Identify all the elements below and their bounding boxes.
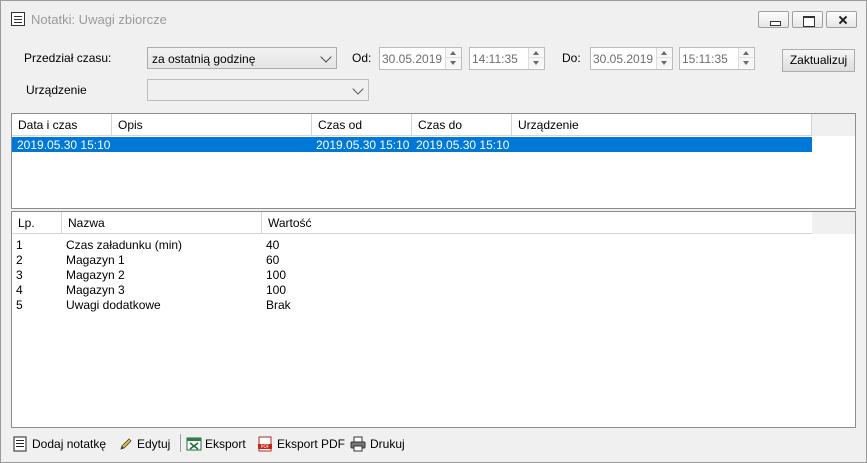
details-table-header: Lp. Nazwa Wartość bbox=[12, 212, 812, 234]
excel-icon bbox=[186, 437, 202, 451]
cell-date: 2019.05.30 15:10 bbox=[17, 138, 111, 152]
cell-time-from: 2019.05.30 15:10 bbox=[316, 138, 410, 152]
cell-name: Uwagi dodatkowe bbox=[66, 298, 161, 312]
from-label: Od: bbox=[352, 51, 372, 65]
cell-number: 4 bbox=[16, 283, 23, 297]
header-filler bbox=[812, 114, 855, 136]
spin-down-icon[interactable] bbox=[657, 58, 672, 68]
export-pdf-label: Eksport PDF bbox=[277, 437, 346, 451]
to-date-picker[interactable]: 30.05.2019 bbox=[590, 47, 673, 70]
cell-time-to: 2019.05.30 15:10 bbox=[416, 138, 510, 152]
cell-value: 100 bbox=[266, 268, 287, 282]
time-range-select[interactable]: za ostatnią godzinę bbox=[147, 47, 337, 69]
edit-button[interactable]: Edytuj bbox=[118, 436, 174, 452]
table-row[interactable]: 1 Czas załadunku (min) 40 bbox=[12, 237, 812, 252]
table-row[interactable]: 5 Uwagi dodatkowe Brak bbox=[12, 297, 812, 312]
add-note-label: Dodaj notatkę bbox=[32, 437, 107, 451]
spin-up-icon[interactable] bbox=[739, 48, 754, 58]
from-time-picker[interactable]: 14:11:35 bbox=[469, 47, 545, 70]
close-button[interactable] bbox=[826, 11, 857, 28]
time-range-value: za ostatnią godzinę bbox=[152, 52, 256, 66]
maximize-button[interactable] bbox=[792, 11, 823, 28]
cell-name: Magazyn 2 bbox=[66, 268, 125, 282]
table-row[interactable]: 3 Magazyn 2 100 bbox=[12, 267, 812, 282]
cell-name: Magazyn 3 bbox=[66, 283, 125, 297]
cell-value: 40 bbox=[266, 238, 280, 252]
to-label: Do: bbox=[562, 51, 581, 65]
chevron-down-icon bbox=[320, 51, 332, 63]
cell-value: 60 bbox=[266, 253, 280, 267]
to-date-spinner bbox=[656, 48, 672, 69]
toolbar-separator bbox=[180, 434, 181, 452]
from-time-value: 14:11:35 bbox=[472, 52, 518, 66]
to-time-spinner bbox=[738, 48, 754, 69]
cell-number: 5 bbox=[16, 298, 23, 312]
title-bar: Notatki: Uwagi zbiorcze bbox=[1, 1, 866, 35]
from-date-spinner bbox=[445, 48, 461, 69]
column-header-date[interactable]: Data i czas bbox=[12, 114, 112, 136]
device-label: Urządzenie bbox=[26, 83, 87, 97]
export-pdf-button[interactable]: PDF Eksport PDF bbox=[257, 436, 346, 452]
device-select[interactable] bbox=[147, 79, 369, 101]
time-range-label: Przedział czasu: bbox=[24, 51, 112, 65]
column-header-device[interactable]: Urządzenie bbox=[512, 114, 812, 136]
print-label: Drukuj bbox=[370, 437, 405, 451]
table-row[interactable]: 4 Magazyn 3 100 bbox=[12, 282, 812, 297]
close-icon bbox=[827, 12, 856, 27]
bottom-toolbar: Dodaj notatkę Edytuj Eksport PDF Eksport… bbox=[1, 431, 866, 457]
edit-label: Edytuj bbox=[137, 437, 171, 451]
maximize-icon bbox=[793, 12, 822, 27]
pdf-icon: PDF bbox=[258, 436, 272, 452]
notes-table-header: Data i czas Opis Czas od Czas do Urządze… bbox=[12, 114, 812, 136]
column-header-name[interactable]: Nazwa bbox=[62, 212, 262, 234]
window-title: Notatki: Uwagi zbiorcze bbox=[31, 12, 167, 27]
cell-number: 3 bbox=[16, 268, 23, 282]
cell-value: 100 bbox=[266, 283, 287, 297]
chevron-down-icon bbox=[352, 83, 364, 95]
cell-number: 2 bbox=[16, 253, 23, 267]
to-time-picker[interactable]: 15:11:35 bbox=[679, 47, 755, 70]
cell-name: Czas załadunku (min) bbox=[66, 238, 183, 252]
minimize-icon bbox=[759, 12, 788, 27]
minimize-button[interactable] bbox=[758, 11, 789, 28]
print-button[interactable]: Drukuj bbox=[350, 436, 408, 452]
spin-up-icon[interactable] bbox=[657, 48, 672, 58]
column-header-value[interactable]: Wartość bbox=[262, 212, 812, 234]
notepad-app-icon bbox=[11, 12, 25, 26]
spin-up-icon[interactable] bbox=[529, 48, 544, 58]
column-header-number[interactable]: Lp. bbox=[12, 212, 62, 234]
spin-up-icon[interactable] bbox=[446, 48, 461, 58]
column-header-description[interactable]: Opis bbox=[112, 114, 312, 136]
table-row[interactable]: 2019.05.30 15:10 2019.05.30 15:10 2019.0… bbox=[12, 137, 812, 152]
to-date-value: 30.05.2019 bbox=[593, 52, 654, 66]
column-header-time-to[interactable]: Czas do bbox=[412, 114, 512, 136]
from-time-spinner bbox=[528, 48, 544, 69]
add-note-button[interactable]: Dodaj notatkę bbox=[12, 436, 110, 452]
from-date-picker[interactable]: 30.05.2019 bbox=[379, 47, 462, 70]
notepad-icon bbox=[13, 436, 27, 452]
notes-window: Notatki: Uwagi zbiorcze Przedział czasu:… bbox=[0, 0, 867, 463]
details-table: Lp. Nazwa Wartość 1 Czas załadunku (min)… bbox=[11, 211, 856, 428]
spin-down-icon[interactable] bbox=[446, 58, 461, 68]
column-header-time-from[interactable]: Czas od bbox=[312, 114, 412, 136]
spin-down-icon[interactable] bbox=[739, 58, 754, 68]
update-button[interactable]: Zaktualizuj bbox=[782, 49, 855, 72]
cell-name: Magazyn 1 bbox=[66, 253, 125, 267]
export-label: Eksport bbox=[205, 437, 246, 451]
cell-value: Brak bbox=[266, 298, 291, 312]
printer-icon bbox=[350, 436, 366, 452]
export-button[interactable]: Eksport bbox=[186, 436, 248, 452]
to-time-value: 15:11:35 bbox=[682, 52, 728, 66]
spin-down-icon[interactable] bbox=[529, 58, 544, 68]
from-date-value: 30.05.2019 bbox=[382, 52, 443, 66]
svg-text:PDF: PDF bbox=[261, 444, 270, 450]
table-row[interactable]: 2 Magazyn 1 60 bbox=[12, 252, 812, 267]
notes-table: Data i czas Opis Czas od Czas do Urządze… bbox=[11, 113, 856, 209]
pencil-icon bbox=[120, 438, 132, 450]
cell-number: 1 bbox=[16, 238, 23, 252]
header-filler bbox=[812, 212, 855, 234]
